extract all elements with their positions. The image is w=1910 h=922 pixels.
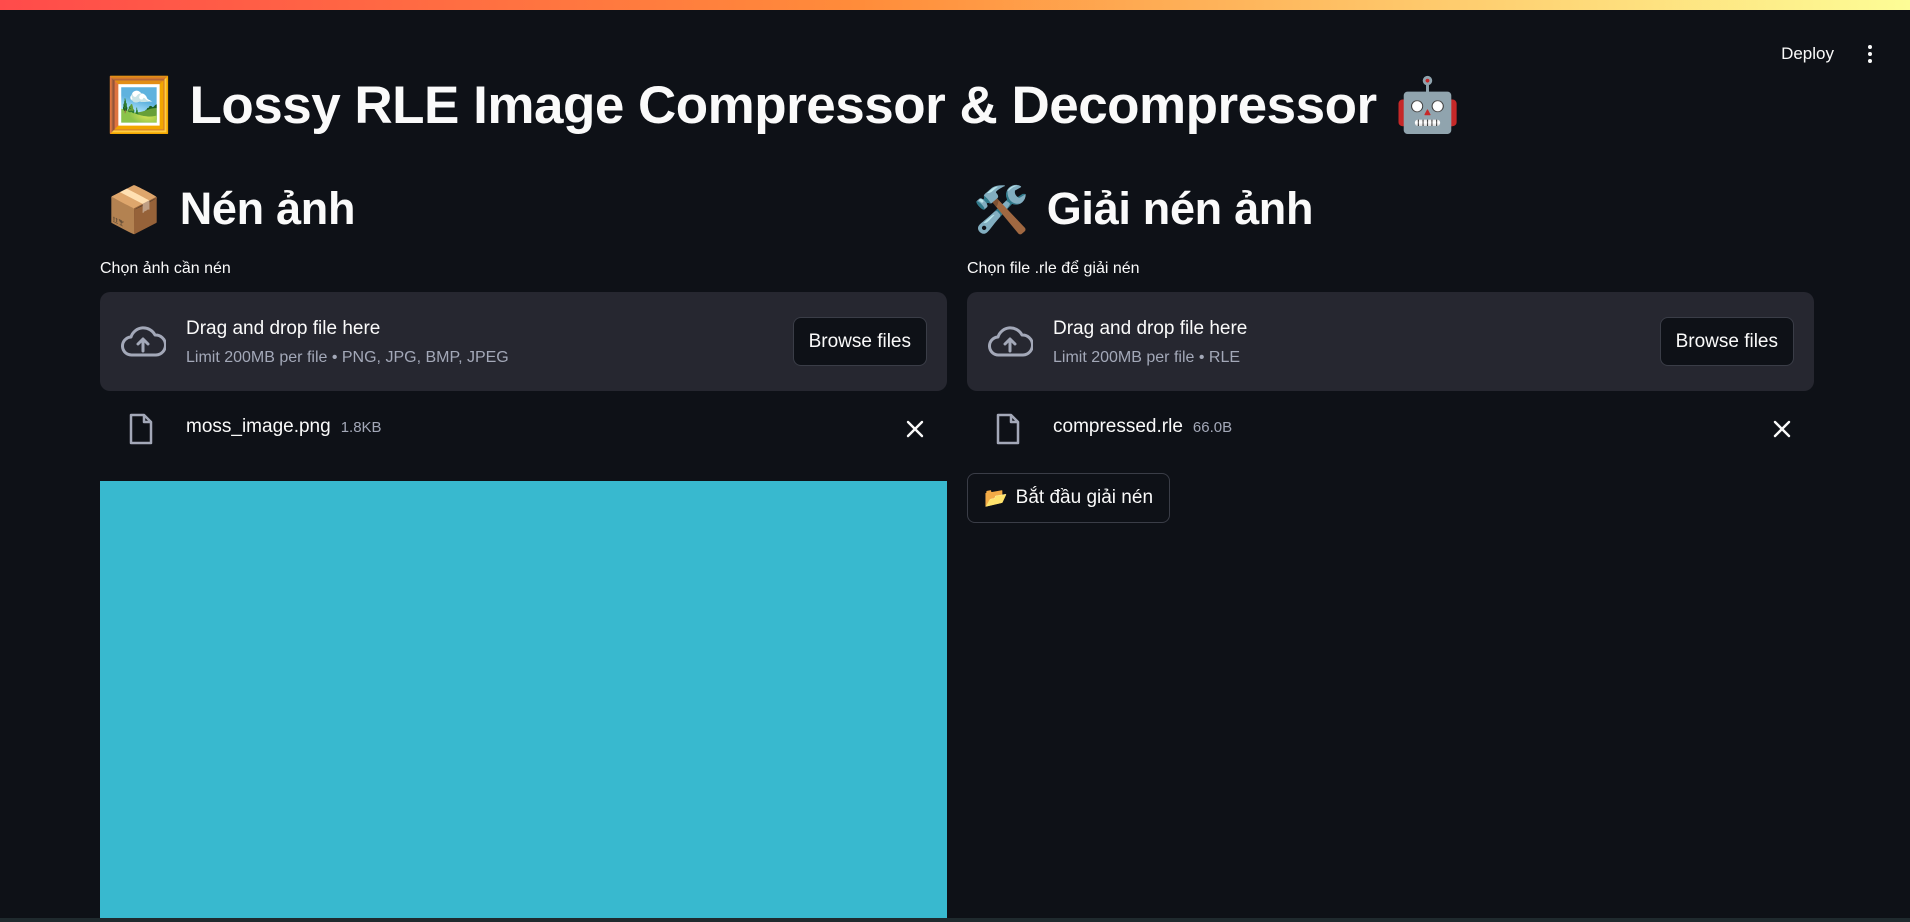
close-icon[interactable] [1770,417,1794,441]
file-name: compressed.rle [1053,416,1183,437]
file-name-row: moss_image.png 1.8KB [186,416,382,438]
decompress-column: 🛠️ Giải nén ảnh Chọn file .rle để giải n… [967,180,1814,523]
top-decoration-bar [0,0,1910,10]
cloud-upload-icon [121,326,166,357]
close-icon[interactable] [903,417,927,441]
hammer-wrench-icon: 🛠️ [973,183,1029,235]
decompress-dropzone[interactable]: Drag and drop file here Limit 200MB per … [967,292,1814,391]
robot-icon: 🤖 [1394,76,1461,135]
dropzone-limit: Limit 200MB per file • PNG, JPG, BMP, JP… [186,349,509,366]
compress-section-title: 📦 Nén ảnh [106,180,947,238]
decompress-title-text: Giải nén ảnh [1046,183,1314,234]
deploy-button[interactable]: Deploy [1781,40,1834,68]
compress-dropzone[interactable]: Drag and drop file here Limit 200MB per … [100,292,947,391]
compress-field-label: Chọn ảnh cần nén [100,260,231,277]
file-icon [129,413,153,445]
package-icon: 📦 [106,183,162,235]
file-name: moss_image.png [186,416,331,437]
decompress-browse-button[interactable]: Browse files [1659,317,1794,366]
app-root: Deploy 🖼️ Lossy RLE Image Compressor & D… [0,0,1910,922]
decompress-dropzone-text: Drag and drop file here Limit 200MB per … [1053,318,1247,367]
start-decompress-button[interactable]: 📂 Bắt đầu giải nén [967,473,1171,523]
decompress-uploaded-file: compressed.rle 66.0B [967,397,1814,457]
decompress-section-title: 🛠️ Giải nén ảnh [973,180,1814,238]
decompress-field-label: Chọn file .rle để giải nén [967,260,1140,277]
bottom-edge [0,918,1910,922]
file-size: 66.0B [1192,419,1233,436]
start-decompress-label: Bắt đầu giải nén [1015,487,1154,508]
compress-uploaded-file: moss_image.png 1.8KB [100,397,947,457]
file-size: 1.8KB [340,419,382,436]
framed-picture-icon: 🖼️ [106,76,172,135]
page-title: 🖼️ Lossy RLE Image Compressor & Decompre… [106,74,1461,136]
file-name-row: compressed.rle 66.0B [1053,416,1232,438]
dropzone-instructions: Drag and drop file here [1053,318,1248,339]
uploaded-image-preview [100,481,947,922]
page-title-text: Lossy RLE Image Compressor & Decompresso… [189,75,1378,135]
compress-dropzone-text: Drag and drop file here Limit 200MB per … [186,318,509,367]
dropzone-instructions: Drag and drop file here [186,318,381,339]
file-icon [996,413,1020,445]
open-folder-icon: 📂 [984,488,1008,509]
toolbar: Deploy [1781,40,1880,68]
dropzone-limit: Limit 200MB per file • RLE [1053,349,1241,366]
cloud-upload-icon [988,326,1033,357]
compress-title-text: Nén ảnh [179,183,356,234]
compress-browse-button[interactable]: Browse files [792,317,927,366]
compress-column: 📦 Nén ảnh Chọn ảnh cần nén Drag and drop… [100,180,947,922]
more-vert-icon[interactable] [1860,40,1880,68]
